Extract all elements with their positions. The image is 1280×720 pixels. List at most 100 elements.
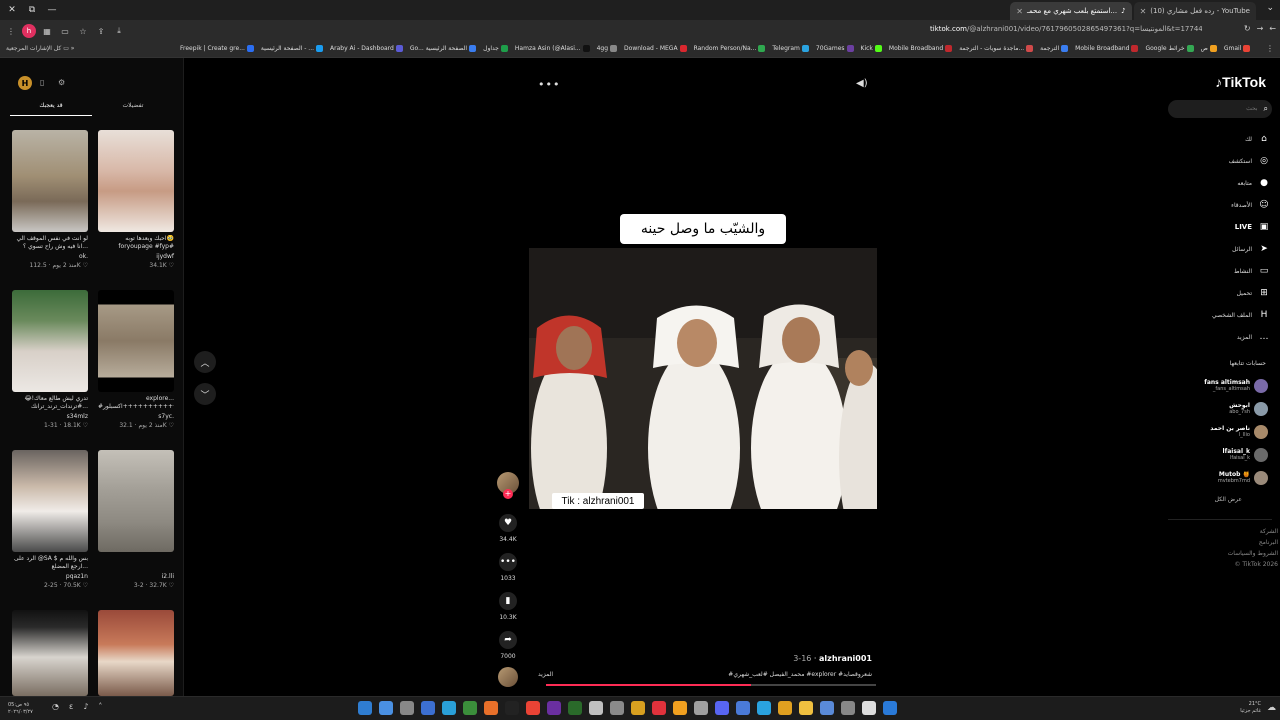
footer-program[interactable]: البرنامج (1228, 537, 1278, 548)
taskbar-app-icon[interactable] (526, 701, 540, 715)
sidebar-item-4[interactable]: LIVE ▣ (1170, 216, 1270, 238)
video-card[interactable] (12, 610, 88, 696)
minimize-window-icon[interactable]: — (44, 2, 60, 18)
profile-icon[interactable]: h (22, 24, 36, 38)
avatar[interactable] (1254, 378, 1268, 393)
bookmark-item[interactable]: 70Games (816, 45, 854, 52)
video-card[interactable] (98, 610, 174, 696)
see-all-link[interactable]: عرض الكل (1215, 496, 1242, 503)
sidebar-item-9[interactable]: المزيد… (1170, 326, 1270, 348)
settings-icon[interactable]: ⚙ (58, 78, 68, 88)
video-card[interactable]: الرد على @SA $ بس والله م ارجع المضلع...… (12, 450, 88, 589)
extensions-icon[interactable]: ▦ (40, 24, 54, 38)
bookmark-item[interactable]: Telegram (772, 45, 809, 52)
follow-plus-icon[interactable]: + (503, 489, 513, 499)
bookmark-item[interactable]: Freepik | Create gre... (180, 45, 254, 52)
avatar[interactable] (1254, 424, 1268, 439)
following-account[interactable]: lfaisal_k lfaisal_k (1168, 443, 1268, 466)
bookmark-item[interactable]: Kick (861, 45, 882, 52)
close-window-icon[interactable]: ✕ (4, 2, 20, 18)
taskbar-app-icon[interactable] (673, 701, 687, 715)
volume-icon[interactable]: ◀) (856, 78, 868, 89)
taskbar-app-icon[interactable] (547, 701, 561, 715)
video-thumbnail[interactable] (98, 290, 174, 392)
video-progress-bar[interactable] (546, 684, 876, 686)
bookmark-item[interactable]: Random Person/Na... (694, 45, 766, 52)
taskbar-app-icon[interactable] (883, 701, 897, 715)
taskbar-app-icon[interactable] (715, 701, 729, 715)
taskbar-app-icon[interactable] (757, 701, 771, 715)
sidebar-item-7[interactable]: تحميل ⊞ (1170, 282, 1270, 304)
bookmark-item[interactable]: Go... الصفحة الرئيسية (410, 45, 477, 52)
following-account[interactable]: Mutob 🍯 mvtebm7md (1168, 466, 1268, 489)
avatar[interactable] (1254, 401, 1268, 416)
video-hashtags[interactable]: #محمد_الفيصل #لعب_شهري #explorer #شعروقص… (728, 671, 872, 678)
music-disc-icon[interactable] (498, 667, 518, 687)
sidebar-item-3[interactable]: الأصدقاء ☺ (1170, 194, 1270, 216)
bookmark-item[interactable]: Google خرائط (1145, 45, 1194, 52)
taskbar-app-icon[interactable] (568, 701, 582, 715)
bookmark-item[interactable]: ص (1201, 45, 1217, 52)
bookmark-item[interactable]: الصفحة الرئيسية - ... (261, 45, 324, 52)
bookmark-item[interactable]: Mobile Broadband (1075, 45, 1139, 52)
taskbar-app-icon[interactable] (631, 701, 645, 715)
sidebar-icon[interactable]: ▭ (58, 24, 72, 38)
tab-tiktok[interactable]: ✕ استمتع بلعب شهري مع محمـ... ♪ (1010, 2, 1132, 20)
bookmark-item[interactable]: جداول (483, 45, 508, 52)
tab-youtube[interactable]: ✕ (10) رده فعل مشاري - YouTube (1133, 2, 1256, 20)
more-link[interactable]: المزيد (538, 671, 553, 678)
avatar[interactable] (1254, 447, 1268, 462)
bookmark-item[interactable]: ماجدة سويات - الترجمة... (959, 45, 1034, 52)
like-button[interactable]: ♥ 34.4K (496, 514, 520, 543)
video-card[interactable]: احبك وبعدها توبه🥹 foryoupage #fyp# ijydw… (98, 130, 174, 269)
favorites-icon[interactable]: ☆ (76, 24, 90, 38)
taskbar-app-icon[interactable] (589, 701, 603, 715)
weather-icon[interactable]: ☁ (1267, 703, 1276, 713)
heart-icon[interactable]: ♥ (499, 514, 517, 532)
share-button[interactable]: ➦ 7000 (496, 631, 520, 660)
bookmark-item[interactable]: Araby Ai - Dashboard (330, 45, 403, 52)
video-card[interactable]: i2.lli 3-2 · 32.7K ♡ (98, 450, 174, 589)
footer-terms[interactable]: الشروط والسياسات (1228, 548, 1278, 559)
taskbar-app-icon[interactable] (421, 701, 435, 715)
menu-icon[interactable]: ⋮ (4, 24, 18, 38)
sidebar-item-2[interactable]: متابعه ● (1170, 172, 1270, 194)
bookmark-item[interactable]: Gmail (1224, 45, 1251, 52)
tab-you-may-like[interactable]: قد يعجبك (10, 102, 92, 116)
sidebar-item-6[interactable]: النشاط ▭ (1170, 260, 1270, 282)
video-card[interactable]: تدري ليش طالع معاك!😂 #ترندات_ترند_ترانك.… (12, 290, 88, 429)
language-icon[interactable]: ε (69, 702, 73, 711)
taskbar-app-icon[interactable] (694, 701, 708, 715)
video-thumbnail[interactable] (12, 130, 88, 232)
video-card[interactable]: لو انت في نفس الموقف الي انا فيه وش راح … (12, 130, 88, 269)
next-video-button[interactable]: ﹀ (194, 383, 216, 405)
author-avatar-button[interactable]: + (496, 472, 520, 499)
clock[interactable]: 05:٩٥ ص ٢٠٢٦/٠٣/٢٧ (8, 702, 33, 715)
tray-chevron-icon[interactable]: ˄ (98, 702, 102, 711)
footer-company[interactable]: الشركة (1228, 526, 1278, 537)
forward-icon[interactable]: → (1257, 24, 1264, 33)
bookmark-item[interactable]: Mobile Broadband (889, 45, 953, 52)
music-disc-button[interactable] (496, 667, 520, 687)
tiktok-logo[interactable]: ♪TikTok (1215, 74, 1266, 90)
wifi-icon[interactable]: ◔ (52, 702, 59, 711)
all-bookmarks[interactable]: كل الإشارات المرجعية ▭ » (6, 45, 74, 52)
taskbar-app-icon[interactable] (358, 701, 372, 715)
sidebar-item-5[interactable]: الرسائل ➤ (1170, 238, 1270, 260)
downloads-icon[interactable]: ⤓ (112, 24, 126, 38)
taskbar-app-icon[interactable] (505, 701, 519, 715)
share-arrow-icon[interactable]: ➦ (499, 631, 517, 649)
comment-icon[interactable]: ••• (499, 553, 517, 571)
comment-button[interactable]: ••• 1033 (496, 553, 520, 582)
following-account[interactable]: ابوحش abo_7sh (1168, 397, 1268, 420)
search-box[interactable]: ⌕ (1168, 100, 1272, 118)
following-account[interactable]: fans altimsah _fans_altimsah (1168, 374, 1268, 397)
sidebar-item-8[interactable]: الملف الشخصي H (1170, 304, 1270, 326)
mic-icon[interactable]: ♪ (83, 702, 88, 711)
video-thumbnail[interactable] (12, 450, 88, 552)
search-input[interactable] (1187, 106, 1258, 112)
video-card[interactable]: explore... #اكسبلور++++++++++++ s7yc. من… (98, 290, 174, 429)
more-options-icon[interactable]: ••• (538, 78, 560, 91)
taskbar-app-icon[interactable] (820, 701, 834, 715)
taskbar-app-icon[interactable] (841, 701, 855, 715)
